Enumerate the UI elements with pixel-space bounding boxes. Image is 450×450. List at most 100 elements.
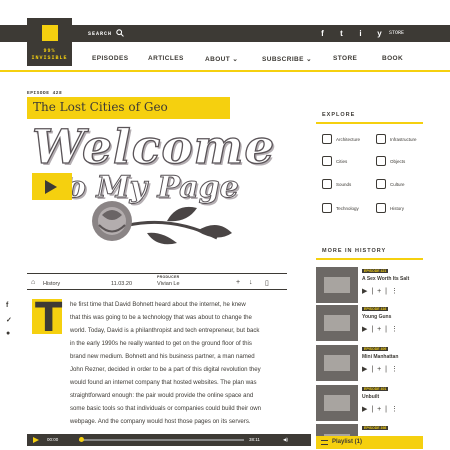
- hero-text-welcome: Welcome: [31, 119, 276, 175]
- episode-meta: ⌂ History 11.03.20 PRODUCER Vivian Le + …: [27, 273, 287, 290]
- nav-store[interactable]: STORE: [333, 55, 357, 62]
- playlist-icon: [321, 440, 328, 445]
- history-episode-title[interactable]: A Sex Worth Its Salt: [362, 276, 409, 282]
- comment-share-icon[interactable]: ●: [6, 330, 10, 337]
- article-line: world. Today, David is a philanthropist …: [70, 327, 260, 334]
- player-current-time: 00:00: [47, 437, 59, 442]
- history-item-controls[interactable]: ▶ | + | ⋮: [362, 405, 399, 413]
- facebook-share-icon[interactable]: f: [6, 302, 8, 309]
- search-label[interactable]: SEARCH: [88, 31, 112, 37]
- drop-cap-letter: T: [35, 295, 63, 341]
- category-label: Sounds: [336, 182, 352, 187]
- category-icon: ⌂: [31, 279, 36, 286]
- episode-category[interactable]: History: [43, 281, 60, 287]
- history-item[interactable]: EPISODE 416 Young Guns ▶ | + | ⋮: [316, 305, 423, 343]
- thumbnail-image: [324, 395, 350, 411]
- history-item[interactable]: EPISODE 398: [316, 424, 423, 436]
- infrastructure-icon: [376, 134, 386, 144]
- player-scrubber[interactable]: [79, 437, 84, 442]
- episode-label: EPISODE 428: [27, 91, 63, 96]
- facebook-icon[interactable]: f: [318, 29, 327, 38]
- history-episode-label: EPISODE 398: [362, 426, 389, 430]
- category-label: Infrastructure: [390, 137, 417, 142]
- history-episode-label: EPISODE 401: [362, 387, 389, 391]
- header-store-link[interactable]: STORE: [389, 29, 419, 38]
- article-line: would found an internet company that hos…: [70, 379, 257, 386]
- article-line: brand new medium. Bohnett and his busine…: [70, 353, 255, 360]
- logo-square: [42, 25, 58, 41]
- history-divider: [316, 258, 423, 260]
- audio-player: 00:00 38:11 ◀): [27, 434, 311, 446]
- site-logo[interactable]: 99% INVISIBLE: [27, 18, 72, 66]
- producer-label: PRODUCER: [157, 275, 180, 279]
- thumbnail-image: [324, 315, 350, 331]
- category-label: Culture: [390, 182, 405, 187]
- article-line: he first time that David Bohnett heard a…: [70, 301, 246, 308]
- culture-icon: [376, 179, 386, 189]
- history-item-controls[interactable]: ▶ | + | ⋮: [362, 287, 399, 295]
- history-item-controls[interactable]: ▶ | + | ⋮: [362, 365, 399, 373]
- explore-divider: [316, 122, 423, 124]
- article-line: webpage. And the company would host thos…: [70, 418, 251, 425]
- volume-icon[interactable]: ◀): [283, 437, 288, 443]
- producer-name[interactable]: Vivian Le: [157, 281, 180, 287]
- episode-date: 11.03.20: [111, 281, 133, 287]
- article-line: some basic tools so that individuals or …: [70, 405, 262, 412]
- playlist-button[interactable]: Playlist (1): [316, 436, 423, 449]
- player-progress-bar[interactable]: [79, 439, 244, 441]
- nav-articles[interactable]: ARTICLES: [148, 55, 184, 62]
- drop-cap: T: [32, 295, 62, 341]
- article-line: that this was going to be a technology t…: [70, 314, 252, 321]
- article-line: straightforward enough: the pair would p…: [70, 392, 254, 399]
- category-label: Technology: [336, 206, 359, 211]
- history-episode-label: EPISODE 421: [362, 269, 389, 273]
- history-item[interactable]: EPISODE 409 Mini Manhattan ▶ | + | ⋮: [316, 345, 423, 383]
- technology-icon: [322, 203, 332, 213]
- youtube-icon[interactable]: y: [375, 29, 384, 38]
- history-episode-label: EPISODE 416: [362, 307, 389, 311]
- episode-thumbnail[interactable]: [316, 385, 358, 421]
- play-icon: [45, 180, 57, 194]
- history-icon: [376, 203, 386, 213]
- rose-illustration: [92, 201, 232, 245]
- nav-episodes[interactable]: EPISODES: [92, 55, 128, 62]
- history-episode-title[interactable]: Young Guns: [362, 314, 391, 320]
- twitter-share-icon[interactable]: ✓: [6, 316, 12, 324]
- architecture-icon: [322, 134, 332, 144]
- add-icon[interactable]: +: [236, 279, 240, 286]
- category-label: Cities: [336, 159, 348, 164]
- history-item[interactable]: EPISODE 401 Unbuilt ▶ | + | ⋮: [316, 385, 423, 423]
- more-in-history-heading: MORE IN HISTORY: [322, 248, 387, 254]
- logo-line2: INVISIBLE: [31, 55, 68, 61]
- objects-icon: [376, 156, 386, 166]
- nav-book[interactable]: BOOK: [382, 55, 403, 62]
- nav-about[interactable]: ABOUT ⌄: [205, 55, 238, 63]
- episode-title: The Lost Cities of Geo: [33, 100, 168, 114]
- transcript-icon[interactable]: ▯: [265, 279, 269, 287]
- article-line: in the early 1990s he really wanted to g…: [70, 340, 252, 347]
- history-item-controls[interactable]: ▶ | + | ⋮: [362, 325, 399, 333]
- history-episode-title[interactable]: Mini Manhattan: [362, 354, 398, 360]
- history-item[interactable]: EPISODE 421 A Sex Worth Its Salt ▶ | + |…: [316, 267, 423, 305]
- logo-line1: 99%: [43, 48, 56, 54]
- sounds-icon: [322, 179, 332, 189]
- history-episode-label: EPISODE 409: [362, 347, 389, 351]
- instagram-icon[interactable]: i: [356, 29, 365, 38]
- category-label: Objects: [390, 159, 406, 164]
- nav-subscribe[interactable]: SUBSCRIBE ⌄: [262, 55, 312, 63]
- category-label: Architecture: [336, 137, 361, 142]
- article-line: John Rezner, decided in order to be a pa…: [70, 366, 261, 373]
- episode-thumbnail[interactable]: [316, 267, 358, 303]
- hero-play-button[interactable]: [32, 173, 72, 200]
- episode-thumbnail[interactable]: [316, 305, 358, 341]
- category-label: History: [390, 206, 405, 211]
- cities-icon: [322, 156, 332, 166]
- episode-thumbnail[interactable]: [316, 345, 358, 381]
- twitter-icon[interactable]: t: [337, 29, 346, 38]
- history-episode-title[interactable]: Unbuilt: [362, 394, 379, 400]
- download-icon[interactable]: ↓: [249, 279, 253, 286]
- player-play-button[interactable]: [33, 437, 39, 443]
- search-icon[interactable]: [116, 29, 124, 37]
- store-label: STORE: [389, 30, 405, 36]
- episode-thumbnail[interactable]: [316, 424, 358, 436]
